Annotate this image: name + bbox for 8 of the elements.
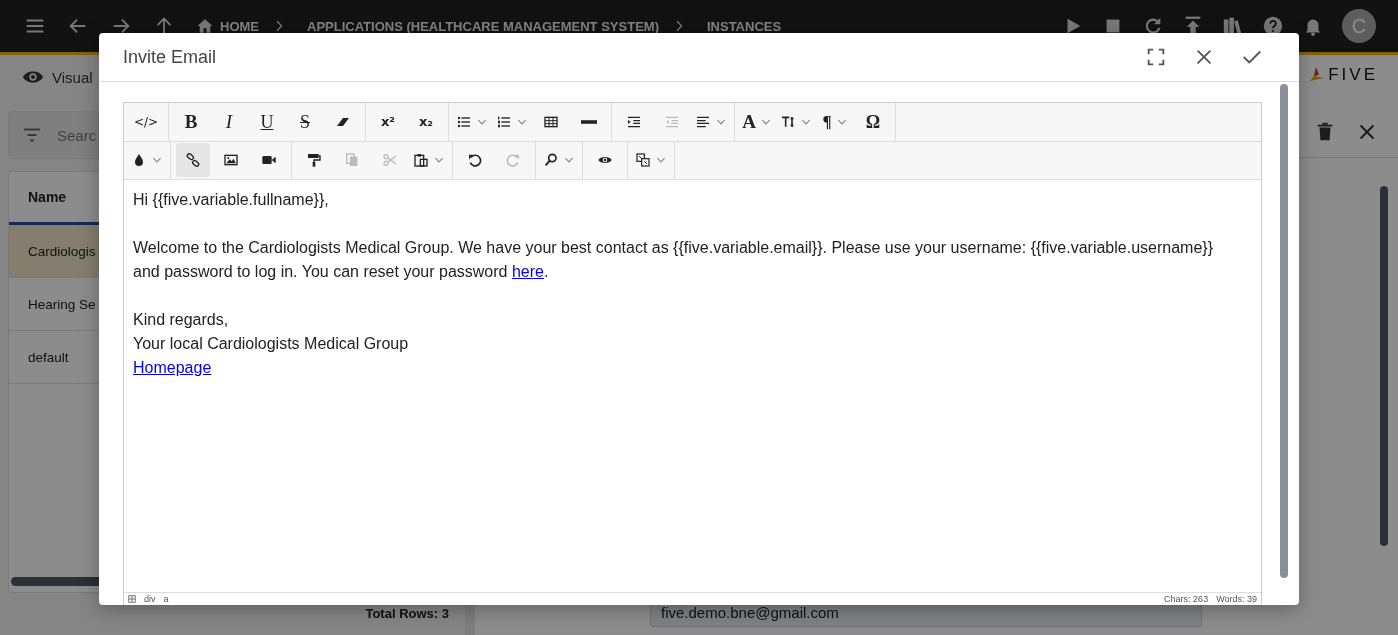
paragraph: Hi {{five.variable.fullname}},: [133, 190, 330, 211]
word-count: Words: 39: [1216, 594, 1257, 605]
paragraph: Kind regards,: [133, 310, 230, 331]
total-rows: Total Rows: 3: [365, 605, 449, 621]
paragraph: Welcome to the Cardiologists Medical Group. We have your best contact as {{five.variable.email}}. Please use your username: {{five.variable.username}} and password to log in. You can reset your password here.: [133, 238, 1214, 283]
paragraph: Your local Cardiologists Medical Group: [133, 334, 410, 355]
logo: FIVE: [1306, 65, 1378, 85]
dialog-title: Invite Email: [123, 46, 217, 68]
